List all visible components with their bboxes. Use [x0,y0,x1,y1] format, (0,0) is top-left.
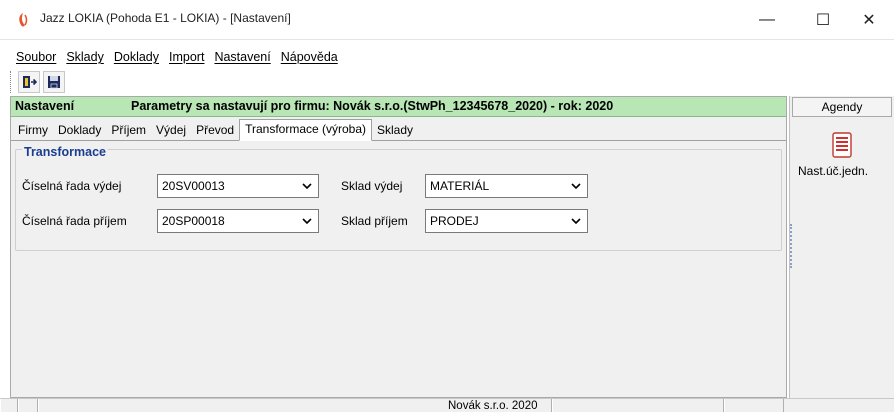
title-bar: Jazz LOKIA (Pohoda E1 - LOKIA) - [Nastav… [0,0,894,40]
menu-sklady[interactable]: Sklady [66,50,104,64]
menu-doklady[interactable]: Doklady [114,50,159,64]
status-company-text: Novák s.r.o. 2020 [448,400,538,412]
menu-import[interactable]: Import [169,50,204,64]
close-icon: ✕ [862,12,876,29]
menu-soubor[interactable]: Soubor [16,50,56,64]
tab-transformace[interactable]: Transformace (výroba) [239,119,373,141]
document-list-icon[interactable] [831,132,853,158]
tab-sklady[interactable]: Sklady [372,121,418,140]
cis-rada-vydej-value: 20SV00013 [162,179,225,193]
tab-firmy[interactable]: Firmy [13,121,53,140]
menu-napoveda[interactable]: Nápověda [281,50,338,64]
status-cell [0,399,18,412]
sklad-vydej-select[interactable]: MATERIÁL [425,174,588,198]
agenda-item-label[interactable]: Nast.úč.jedn. [798,164,868,178]
status-cell [552,399,724,412]
exit-door-icon [23,76,37,88]
sklad-prijem-select[interactable]: PRODEJ [425,209,588,233]
sklad-vydej-value: MATERIÁL [430,179,490,193]
info-bar: Nastavení Parametry sa nastavují pro fir… [11,97,786,117]
status-cell [18,399,38,412]
chevron-down-icon[interactable] [298,177,316,195]
chevron-down-icon[interactable] [567,177,585,195]
exit-button[interactable] [18,71,40,93]
maximize-button[interactable]: ☐ [800,0,846,40]
minimize-button[interactable]: — [744,0,790,40]
toolbar [10,70,65,94]
info-bar-label: Nastavení [15,99,75,113]
status-bar: Novák s.r.o. 2020 [0,398,894,412]
tab-prevod[interactable]: Převod [191,121,239,140]
save-button[interactable] [43,71,65,93]
maximize-icon: ☐ [815,12,831,29]
agendy-sidebar: Agendy Nast.úč.jedn. [789,96,894,398]
sklad-prijem-value: PRODEJ [430,214,479,228]
tab-doklady[interactable]: Doklady [53,121,106,140]
cis-rada-vydej-label: Číselná řada výdej [22,179,122,193]
agendy-header-button[interactable]: Agendy [792,97,892,117]
app-logo-icon [19,13,28,27]
transformace-group: Transformace Číselná řada výdej 20SV0001… [15,145,782,251]
window-title: Jazz LOKIA (Pohoda E1 - LOKIA) - [Nastav… [40,11,291,25]
sklad-vydej-label: Sklad výdej [341,179,403,193]
group-title: Transformace [22,145,108,159]
sklad-prijem-label: Sklad příjem [341,214,408,228]
chevron-down-icon[interactable] [567,212,585,230]
close-button[interactable]: ✕ [846,0,892,40]
menu-bar: Soubor Sklady Doklady Import Nastavení N… [0,46,894,68]
tab-strip: Firmy Doklady Příjem Výdej Převod Transf… [11,119,786,141]
toolbar-grip[interactable] [10,71,13,93]
cis-rada-prijem-select[interactable]: 20SP00018 [157,209,319,233]
save-floppy-icon [48,76,60,89]
tab-vydej[interactable]: Výdej [151,121,191,140]
status-cell [724,399,784,412]
cis-rada-prijem-label: Číselná řada příjem [22,214,127,228]
minimize-icon: — [759,11,775,28]
splitter-handle[interactable] [790,224,793,268]
settings-panel: Nastavení Parametry sa nastavují pro fir… [10,96,787,398]
menu-nastaveni[interactable]: Nastavení [214,50,270,64]
tab-prijem[interactable]: Příjem [106,121,151,140]
cis-rada-prijem-value: 20SP00018 [162,214,225,228]
chevron-down-icon[interactable] [298,212,316,230]
cis-rada-vydej-select[interactable]: 20SV00013 [157,174,319,198]
info-bar-text: Parametry sa nastavují pro firmu: Novák … [131,99,614,113]
